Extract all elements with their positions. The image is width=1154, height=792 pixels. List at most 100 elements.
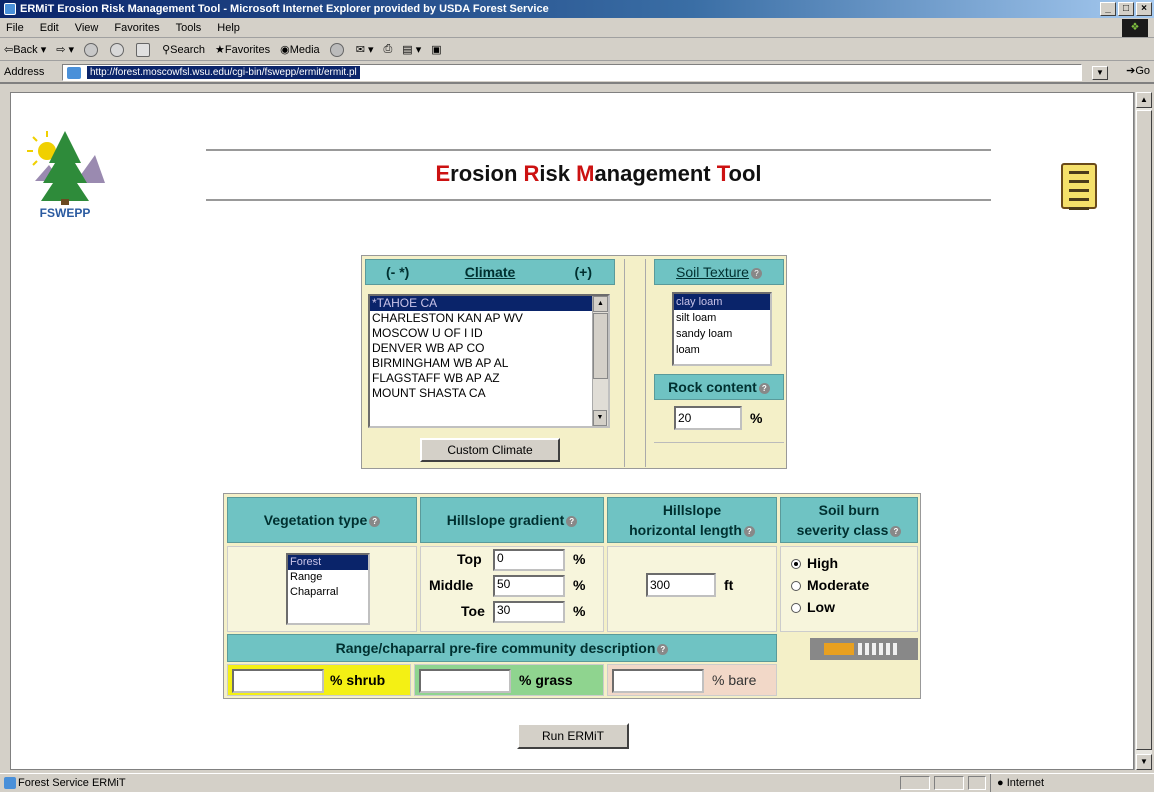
- help-icon[interactable]: ?: [657, 643, 669, 655]
- rock-content-input[interactable]: 20: [674, 406, 742, 430]
- menu-favorites[interactable]: Favorites: [114, 22, 159, 34]
- climate-link[interactable]: Climate: [465, 264, 516, 280]
- radio-icon[interactable]: [791, 559, 801, 570]
- address-dropdown-button[interactable]: ▼: [1092, 66, 1108, 80]
- vegetation-option[interactable]: Range: [288, 570, 368, 585]
- parameters-panel: Vegetation type? Hillslope gradient? Hil…: [223, 493, 921, 699]
- toe-gradient-input[interactable]: 30: [493, 601, 565, 623]
- documentation-icon[interactable]: [1061, 163, 1097, 210]
- status-pane: [968, 776, 986, 790]
- climate-option[interactable]: CHARLESTON KAN AP WV: [370, 311, 608, 326]
- page-scrollbar[interactable]: ▲ ▼: [1134, 92, 1152, 770]
- address-input[interactable]: http://forest.moscowfsl.wsu.edu/cgi-bin/…: [62, 64, 1082, 81]
- length-input[interactable]: 300: [646, 573, 716, 597]
- run-ermit-button[interactable]: Run ERMiT: [517, 723, 629, 749]
- top-label: Top: [457, 551, 482, 567]
- close-button[interactable]: ×: [1136, 2, 1152, 16]
- vegetation-option[interactable]: Forest: [288, 555, 368, 570]
- soil-texture-option[interactable]: sandy loam: [674, 326, 770, 342]
- menu-help[interactable]: Help: [217, 22, 240, 34]
- length-header: Hillslope horizontal length?: [607, 497, 777, 543]
- mail-icon: ✉: [355, 44, 365, 56]
- title-part: rosion: [450, 161, 524, 186]
- refresh-button[interactable]: [110, 42, 126, 57]
- back-button[interactable]: ⇦Back ▾: [4, 43, 46, 56]
- home-button[interactable]: [136, 42, 152, 57]
- favorites-icon: ★: [214, 44, 225, 56]
- climate-option[interactable]: MOSCOW U OF I ID: [370, 326, 608, 341]
- edit-icon: ▤: [402, 44, 413, 56]
- grass-input[interactable]: [419, 669, 511, 693]
- middle-gradient-input[interactable]: 50: [493, 575, 565, 597]
- radio-icon[interactable]: [791, 581, 801, 592]
- climate-option[interactable]: BIRMINGHAM WB AP AL: [370, 356, 608, 371]
- scroll-up-icon[interactable]: ▲: [1136, 92, 1152, 108]
- custom-climate-button[interactable]: Custom Climate: [420, 438, 560, 462]
- scroll-down-icon[interactable]: ▼: [1136, 754, 1152, 770]
- scroll-up-icon[interactable]: ▲: [593, 296, 608, 312]
- soil-texture-option[interactable]: loam: [674, 342, 770, 358]
- severity-option-moderate[interactable]: Moderate: [791, 577, 869, 593]
- history-button[interactable]: [329, 42, 346, 57]
- soil-texture-list[interactable]: clay loam silt loam sandy loam loam: [672, 292, 772, 366]
- shrub-input[interactable]: [232, 669, 324, 693]
- menu-tools[interactable]: Tools: [176, 22, 202, 34]
- severity-option-low[interactable]: Low: [791, 599, 835, 615]
- minimize-button[interactable]: _: [1100, 2, 1116, 16]
- refresh-icon: [110, 42, 125, 57]
- radio-icon[interactable]: [791, 603, 801, 614]
- menu-view[interactable]: View: [75, 22, 99, 34]
- help-icon[interactable]: ?: [566, 515, 578, 527]
- discuss-button[interactable]: ▣: [431, 43, 441, 56]
- status-pane: [900, 776, 930, 790]
- help-icon[interactable]: ?: [890, 525, 902, 537]
- grass-label: % grass: [519, 672, 573, 688]
- climate-option[interactable]: MOUNT SHASTA CA: [370, 386, 608, 401]
- soil-texture-header[interactable]: Soil Texture?: [654, 259, 784, 285]
- menu-edit[interactable]: Edit: [40, 22, 59, 34]
- vegetation-option[interactable]: Chaparral: [288, 585, 368, 600]
- climate-list[interactable]: *TAHOE CA CHARLESTON KAN AP WV MOSCOW U OF…: [368, 294, 610, 428]
- go-arrow-icon: ➔: [1126, 65, 1136, 77]
- title-part: R: [523, 161, 540, 186]
- help-icon[interactable]: ?: [743, 525, 755, 537]
- climate-list-scrollbar[interactable]: ▲ ▼: [592, 296, 608, 426]
- climate-option[interactable]: FLAGSTAFF WB AP AZ: [370, 371, 608, 386]
- menu-file[interactable]: File: [6, 22, 24, 34]
- go-button[interactable]: ➔Go: [1126, 64, 1150, 77]
- mail-button[interactable]: ✉ ▾: [356, 43, 374, 56]
- vegetation-list[interactable]: Forest Range Chaparral: [286, 553, 370, 625]
- climate-prev-link[interactable]: (- *): [386, 260, 409, 284]
- print-button[interactable]: ⎙: [383, 43, 392, 56]
- discuss-icon: ▣: [431, 44, 442, 56]
- severity-option-label: Moderate: [807, 577, 870, 593]
- climate-option[interactable]: *TAHOE CA: [370, 296, 608, 311]
- favorites-button[interactable]: ★Favorites: [215, 43, 270, 56]
- bare-label: % bare: [712, 672, 757, 688]
- help-icon[interactable]: ?: [750, 267, 762, 279]
- search-button[interactable]: ⚲Search: [162, 43, 205, 56]
- severity-cell: High Moderate Low: [780, 546, 918, 632]
- climate-option[interactable]: DENVER WB AP CO: [370, 341, 608, 356]
- scroll-down-icon[interactable]: ▼: [593, 410, 607, 426]
- severity-option-high[interactable]: High: [791, 555, 838, 571]
- length-label-2: horizontal length: [629, 522, 742, 538]
- stop-button[interactable]: [84, 42, 100, 57]
- top-gradient-input[interactable]: 0: [493, 549, 565, 571]
- grass-cell: % grass: [414, 664, 604, 696]
- search-icon: ⚲: [162, 44, 171, 56]
- bare-input[interactable]: [612, 669, 704, 693]
- help-icon[interactable]: ?: [758, 382, 770, 394]
- edit-button[interactable]: ▤ ▾: [402, 43, 421, 56]
- media-button[interactable]: ◉Media: [280, 43, 320, 56]
- forward-button[interactable]: ⇨ ▾: [56, 43, 74, 56]
- maximize-button[interactable]: □: [1118, 2, 1134, 16]
- scroll-thumb[interactable]: [1136, 110, 1152, 750]
- community-header: Range/chaparral pre-fire community descr…: [227, 634, 777, 662]
- help-icon[interactable]: ?: [369, 515, 381, 527]
- climate-next-link[interactable]: (+): [575, 260, 593, 284]
- scroll-thumb[interactable]: [593, 313, 608, 379]
- soil-texture-option[interactable]: silt loam: [674, 310, 770, 326]
- soil-texture-option[interactable]: clay loam: [674, 294, 770, 310]
- title-part: anagement: [594, 161, 717, 186]
